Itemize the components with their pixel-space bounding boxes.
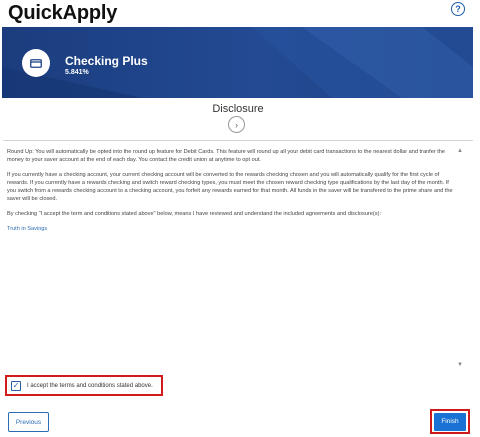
disclosure-paragraph: By checking "I accept the term and condi…	[7, 211, 381, 217]
chevron-right-icon[interactable]: ›	[228, 116, 245, 133]
accept-label: I accept the terms and conditions stated…	[27, 382, 153, 389]
account-name: Checking Plus	[65, 54, 148, 68]
finish-button[interactable]: Finish	[434, 412, 466, 431]
scroll-up-icon[interactable]: ▲	[457, 148, 463, 154]
app-logo: QuickApply	[8, 2, 118, 24]
accept-checkbox[interactable]: ✓	[11, 380, 21, 391]
help-icon[interactable]: ?	[451, 2, 465, 16]
scrollbar[interactable]: ▲ ▼	[456, 144, 464, 372]
disclosure-paragraph: Round Up: You will automatically be opte…	[7, 149, 446, 163]
divider	[3, 140, 473, 141]
accept-terms-row[interactable]: ✓ I accept the terms and conditions stat…	[5, 375, 163, 396]
truth-in-savings-link[interactable]: Truth in Savings	[7, 226, 47, 232]
finish-highlight: Finish	[430, 409, 470, 434]
scroll-down-icon[interactable]: ▼	[457, 362, 463, 368]
account-rate: 5.841%	[65, 69, 89, 76]
disclosure-content: Round Up: You will automatically be opte…	[7, 148, 454, 240]
previous-button[interactable]: Previous	[8, 412, 49, 432]
account-banner: Checking Plus 5.841%	[2, 27, 473, 98]
card-icon	[22, 49, 50, 77]
disclosure-title: Disclosure	[212, 103, 264, 115]
disclosure-paragraph: If you currently have a checking account…	[7, 172, 453, 202]
